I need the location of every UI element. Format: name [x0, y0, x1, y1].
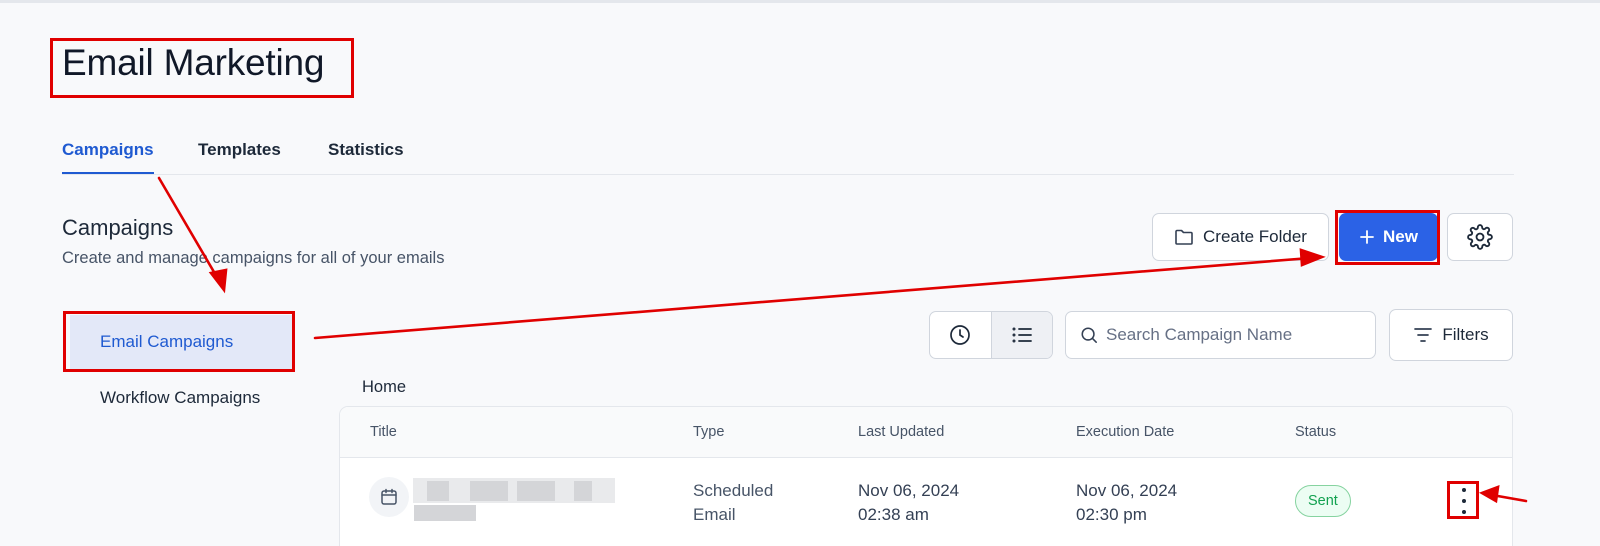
clock-icon	[950, 325, 971, 345]
campaign-type-line1: Scheduled	[693, 481, 774, 500]
search-box	[1065, 311, 1376, 359]
list-view-button[interactable]	[990, 312, 1052, 358]
tab-bar: Campaigns Templates Statistics	[62, 130, 1514, 175]
tab-statistics[interactable]: Statistics	[328, 140, 404, 172]
table-header: Title Type Last Updated Execution Date S…	[340, 407, 1512, 458]
column-header-status[interactable]: Status	[1295, 424, 1336, 440]
top-border	[0, 0, 1600, 3]
filters-label: Filters	[1442, 325, 1489, 344]
filters-button[interactable]: Filters	[1389, 309, 1513, 361]
new-label: New	[1383, 227, 1418, 246]
execution-date-value: Nov 06, 2024	[1076, 481, 1178, 500]
execution-time-value: 02:30 pm	[1076, 505, 1147, 524]
folder-icon	[1175, 229, 1193, 245]
gear-icon	[1467, 224, 1493, 250]
last-updated-time: 02:38 am	[858, 505, 929, 524]
column-header-last-updated[interactable]: Last Updated	[858, 424, 944, 440]
row-actions-kebab-icon[interactable]	[1456, 488, 1472, 514]
settings-button[interactable]	[1447, 213, 1513, 261]
page-title: Email Marketing	[62, 42, 325, 83]
tab-campaigns[interactable]: Campaigns	[62, 140, 154, 174]
section-title: Campaigns	[62, 215, 174, 240]
last-updated-date: Nov 06, 2024	[858, 481, 960, 500]
create-folder-button[interactable]: Create Folder	[1152, 213, 1329, 261]
search-input[interactable]	[1106, 325, 1366, 345]
table-row[interactable]: Scheduled Email Nov 06, 2024 02:38 am No…	[340, 459, 1512, 546]
plus-icon	[1360, 230, 1374, 244]
execution-date: Nov 06, 2024 02:30 pm	[1076, 479, 1177, 527]
calendar-icon	[369, 477, 409, 517]
calendar-view-button[interactable]	[930, 312, 991, 358]
search-icon	[1081, 327, 1097, 343]
list-icon	[1012, 327, 1032, 343]
new-button[interactable]: New	[1339, 213, 1438, 261]
last-updated: Nov 06, 2024 02:38 am	[858, 479, 959, 527]
campaign-type-line2: Email	[693, 505, 736, 524]
breadcrumb-home[interactable]: Home	[362, 378, 406, 397]
tab-templates[interactable]: Templates	[198, 140, 281, 172]
campaign-type: Scheduled Email	[693, 479, 813, 527]
create-folder-label: Create Folder	[1203, 227, 1307, 246]
filter-icon	[1414, 328, 1433, 342]
column-header-title[interactable]: Title	[370, 424, 397, 440]
column-header-type[interactable]: Type	[693, 424, 724, 440]
sidebar-item-email-campaigns[interactable]: Email Campaigns	[70, 315, 294, 369]
sidebar-item-workflow-campaigns[interactable]: Workflow Campaigns	[70, 371, 294, 425]
section-subtitle: Create and manage campaigns for all of y…	[62, 249, 445, 267]
status-badge: Sent	[1295, 485, 1351, 517]
view-toggle	[929, 311, 1053, 359]
column-header-execution-date[interactable]: Execution Date	[1076, 424, 1174, 440]
campaigns-table: Title Type Last Updated Execution Date S…	[339, 406, 1513, 546]
